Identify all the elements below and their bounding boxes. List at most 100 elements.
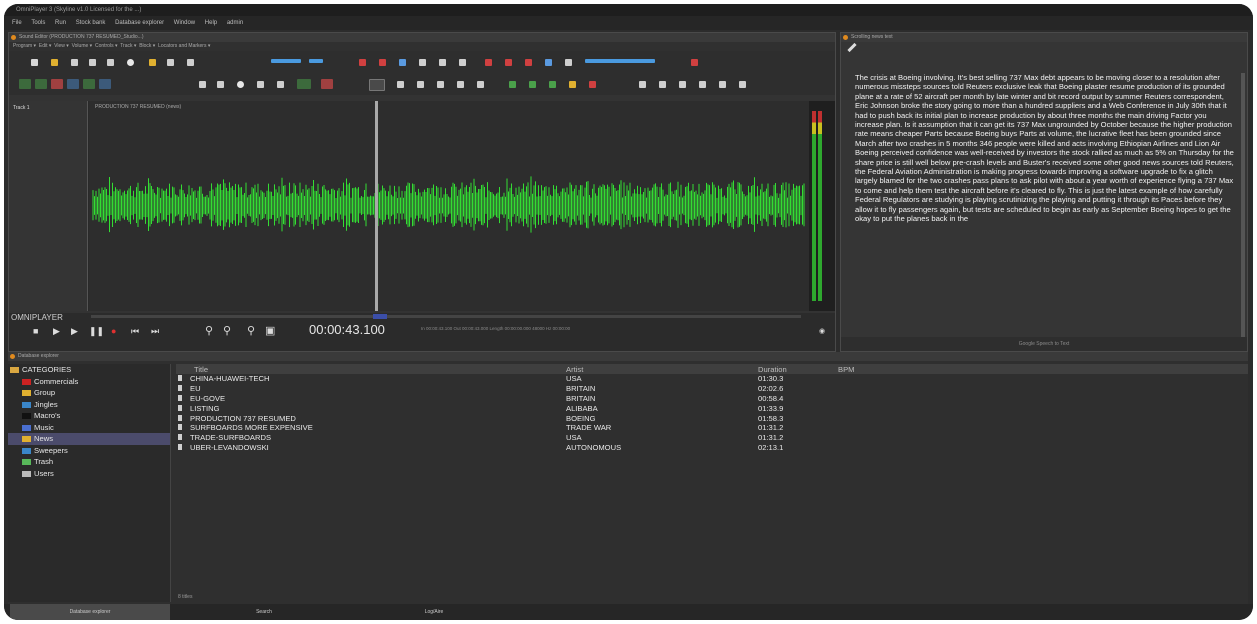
join-icon[interactable] [477,81,484,88]
editor-menu-view[interactable]: View ▾ [54,43,69,49]
menu-run[interactable]: Run [55,20,66,26]
add-icon[interactable] [691,59,698,66]
view-mode-4-icon[interactable] [67,79,79,89]
scroll-thumb[interactable] [373,314,387,319]
tree-item[interactable]: Music [8,422,170,434]
tree-item[interactable]: Users [8,468,170,480]
tree-item[interactable]: CATEGORIES [8,364,170,376]
settings-toggle-icon[interactable]: ◉ [819,327,825,335]
paste-icon[interactable] [107,59,114,66]
eq-icon[interactable] [525,59,532,66]
news-text-body[interactable]: The crisis at Boeing involving. It's bes… [855,73,1235,323]
notes-scrollbar[interactable] [1241,73,1245,343]
table-row[interactable]: EU BRITAIN 02:02.6 [176,384,1248,394]
cut-icon[interactable] [71,59,78,66]
loop-icon[interactable] [217,81,224,88]
column-artist[interactable]: Artist [564,364,756,374]
mixer-icon[interactable] [167,59,174,66]
copy-icon[interactable] [89,59,96,66]
record-button[interactable]: ● [111,326,116,336]
waveform-canvas[interactable]: PRODUCTION 737 RESUMED (news) [89,101,809,311]
zoom-selection-icon[interactable]: ⚲ [247,324,255,337]
edit-pen-icon[interactable] [847,42,857,53]
move-right-icon[interactable] [417,81,424,88]
fade-icon[interactable] [309,59,323,63]
grid-icon[interactable] [277,81,284,88]
track-header[interactable]: Track 1 [9,101,88,311]
column-duration[interactable]: Duration [756,364,836,374]
region-icon[interactable] [369,79,385,91]
tree-item[interactable]: News [8,433,170,445]
split-icon[interactable] [457,81,464,88]
zoom-wave-icon[interactable] [271,59,301,63]
link-icon[interactable] [199,81,206,88]
menu-file[interactable]: File [12,20,22,26]
tab-database-explorer[interactable]: Database explorer [10,604,170,620]
view-mode-1-icon[interactable] [19,79,31,89]
editor-menu-locators[interactable]: Locators and Markers ▾ [158,43,210,49]
playhead-line[interactable] [375,101,378,311]
play-from-start-button[interactable]: ▶ [71,326,78,337]
column-title[interactable]: Title [176,364,564,374]
pause-button[interactable]: ❚❚ [89,326,104,337]
envelope-icon[interactable] [719,81,726,88]
snap-icon[interactable] [237,81,244,88]
editor-menu-track[interactable]: Track ▾ [120,43,136,49]
cue-1-icon[interactable] [509,81,516,88]
record-icon[interactable] [149,59,156,66]
menu-help[interactable]: Help [205,20,217,26]
cue-4-icon[interactable] [569,81,576,88]
view-mode-6-icon[interactable] [99,79,111,89]
zoom-out-icon[interactable]: ⚲ [223,324,231,337]
fade-in-icon[interactable] [639,81,646,88]
gain-icon[interactable] [545,59,552,66]
table-row[interactable]: LISTING ALIBABA 01:33.9 [176,403,1248,413]
editor-menu-controls[interactable]: Controls ▾ [95,43,118,49]
zoom-icon[interactable] [739,81,746,88]
tree-item[interactable]: Sweepers [8,445,170,457]
cue-3-icon[interactable] [549,81,556,88]
move-left-icon[interactable] [397,81,404,88]
skip-back-button[interactable]: ⏮ [131,326,139,337]
tree-item[interactable]: Group [8,387,170,399]
zoom-fit-icon[interactable]: ▣ [265,324,275,337]
view-mode-3-icon[interactable] [51,79,63,89]
wave-tools-icon[interactable] [585,59,655,63]
tree-item[interactable]: Macro's [8,410,170,422]
pitch-icon[interactable] [565,59,572,66]
align-icon[interactable] [437,81,444,88]
tree-item[interactable]: Trash [8,456,170,468]
editor-menu-program[interactable]: Program ▾ [13,43,36,49]
fade-out-icon[interactable] [659,81,666,88]
cue-5-icon[interactable] [589,81,596,88]
editor-menu-edit[interactable]: Edit ▾ [39,43,52,49]
scroll-track[interactable] [91,315,801,318]
editor-menu-volume[interactable]: Volume ▾ [72,43,93,49]
tree-item[interactable]: Commercials [8,376,170,388]
menu-stock-bank[interactable]: Stock bank [76,20,106,26]
effect-icon[interactable] [505,59,512,66]
stop-button[interactable]: ■ [33,326,38,336]
stop-mark-icon[interactable] [321,79,333,89]
cue-2-icon[interactable] [529,81,536,88]
column-bpm[interactable]: BPM [836,364,886,374]
menu-tools[interactable]: Tools [31,20,45,26]
table-row[interactable]: EU-GOVE BRITAIN 00:58.4 [176,394,1248,404]
menu-user[interactable]: admin [227,20,243,26]
new-icon[interactable] [31,59,38,66]
tempo-icon[interactable] [699,81,706,88]
skip-forward-button[interactable]: ⏭ [151,326,159,337]
select-icon[interactable] [399,59,406,66]
zoom-in-icon[interactable]: ⚲ [205,324,213,337]
speech-to-text-button[interactable]: Google Speech to Text [841,337,1247,351]
tools-icon[interactable] [187,59,194,66]
table-row[interactable]: UBER-LEVANDOWSKI AUTONOMOUS 02:13.1 [176,443,1248,453]
trim-icon[interactable] [439,59,446,66]
crossfade-icon[interactable] [679,81,686,88]
table-row[interactable]: TRADE-SURFBOARDS USA 01:31.2 [176,433,1248,443]
table-row[interactable]: PRODUCTION 737 RESUMED BOEING 01:58.3 [176,413,1248,423]
normalize-icon[interactable] [459,59,466,66]
open-icon[interactable] [51,59,58,66]
tab-log[interactable]: Log/Aire [354,604,514,620]
editor-menu-block[interactable]: Block ▾ [139,43,155,49]
